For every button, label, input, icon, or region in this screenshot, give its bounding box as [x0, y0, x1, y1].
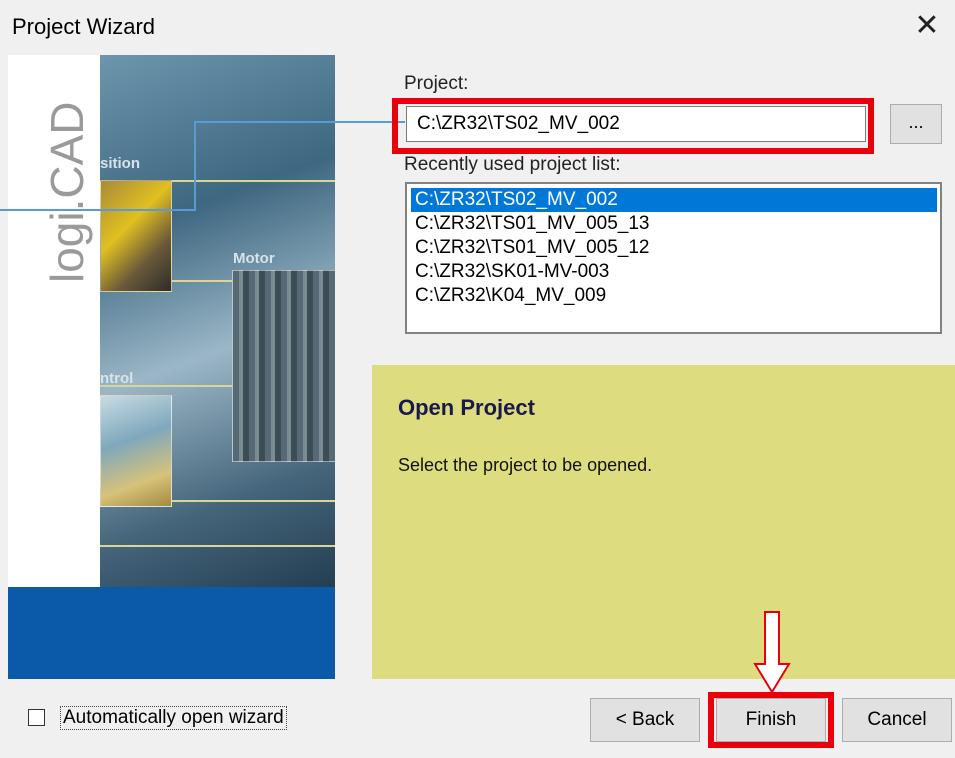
tile-image-2: [232, 270, 335, 462]
back-button[interactable]: < Back: [590, 698, 700, 742]
auto-open-checkbox[interactable]: [28, 709, 45, 726]
recent-project-list[interactable]: C:\ZR32\TS02_MV_002 C:\ZR32\TS01_MV_005_…: [405, 182, 942, 334]
list-item[interactable]: C:\ZR32\TS01_MV_005_12: [411, 236, 936, 260]
list-item[interactable]: C:\ZR32\K04_MV_009: [411, 284, 936, 308]
info-description: Select the project to be opened.: [398, 455, 653, 475]
list-item[interactable]: C:\ZR32\TS01_MV_005_13: [411, 212, 936, 236]
banner-blue-bar: [8, 587, 335, 679]
project-highlight-box: [392, 98, 874, 154]
close-icon[interactable]: ✕: [909, 8, 945, 44]
image-label-motor: Motor: [233, 250, 275, 267]
annotation-connector-line: [0, 121, 405, 211]
recent-list-label: Recently used project list:: [404, 154, 621, 175]
tile-image-3: [100, 395, 172, 507]
down-arrow-icon: [753, 611, 791, 694]
list-item[interactable]: C:\ZR32\TS02_MV_002: [411, 188, 937, 212]
cancel-button[interactable]: Cancel: [842, 698, 952, 742]
list-item[interactable]: C:\ZR32\SK01-MV-003: [411, 260, 936, 284]
auto-open-label[interactable]: Automatically open wizard: [60, 706, 287, 730]
window-title: Project Wizard: [12, 14, 156, 39]
info-title: Open Project: [398, 395, 535, 420]
browse-button[interactable]: ...: [890, 104, 942, 144]
image-label-control: ntrol: [100, 370, 134, 387]
finish-highlight-box: [708, 692, 834, 748]
project-label: Project:: [404, 73, 469, 94]
